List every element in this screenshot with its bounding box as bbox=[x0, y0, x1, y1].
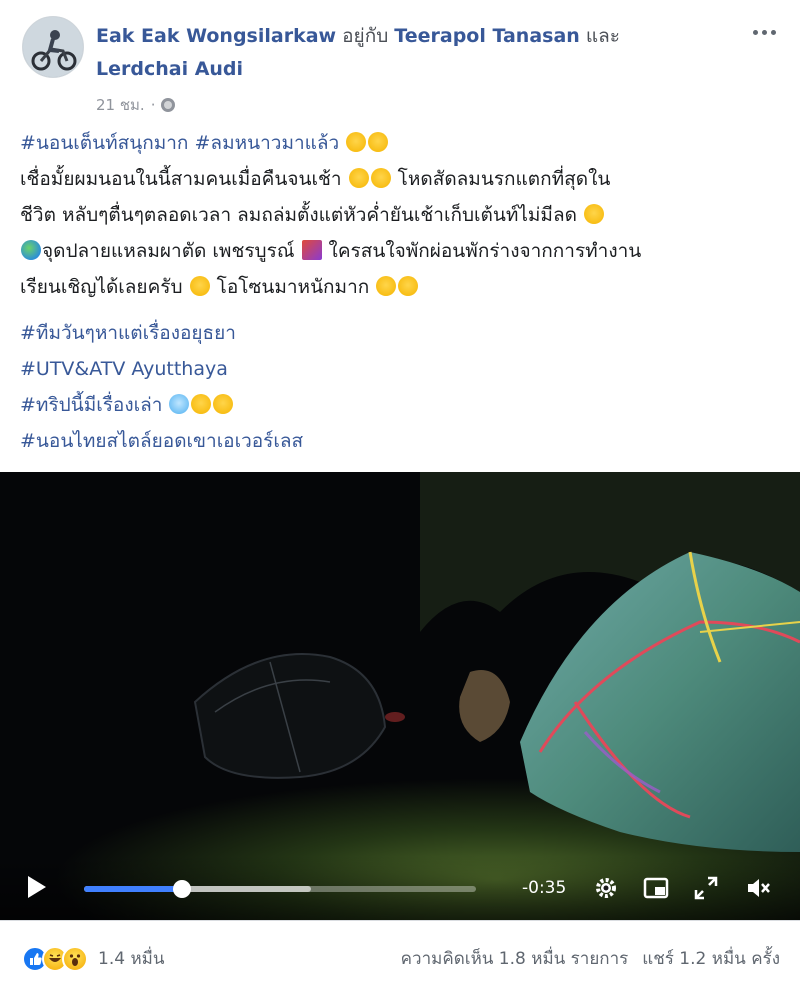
fullscreen-icon[interactable] bbox=[692, 874, 720, 902]
settings-icon[interactable] bbox=[592, 874, 620, 902]
more-options-button[interactable] bbox=[750, 22, 778, 42]
sweat-smile-emoji-icon bbox=[583, 204, 604, 224]
post-footer: 1.4 หมื่น ความคิดเห็น 1.8 หมื่น รายการ แ… bbox=[0, 920, 800, 987]
mute-icon[interactable] bbox=[744, 874, 772, 902]
grin-emoji-icon bbox=[376, 276, 397, 296]
globe-emoji-icon bbox=[21, 240, 41, 260]
body-line: ชีวิต หลับๆตื่นๆตลอดเวลา ลมถล่มตั้งแต่หั… bbox=[20, 197, 780, 233]
body-text: ใครสนใจพักผ่อนพักร่างจากการทำงาน bbox=[328, 240, 642, 262]
post-header: Eak Eak Wongsilarkaw อยู่กับ Teerapol Ta… bbox=[0, 0, 800, 125]
video-scrubber[interactable] bbox=[84, 880, 476, 898]
hashtag-link[interactable]: #ทีมวันๆหาแต่เรื่องอยุธยา bbox=[20, 322, 236, 344]
cold-face-emoji-icon bbox=[169, 394, 190, 414]
body-text: เรียนเชิญได้เลยครับ bbox=[20, 276, 183, 298]
rofl-emoji-icon bbox=[346, 132, 367, 152]
post-body: #นอนเต็นท์สนุกมาก #ลมหนาวมาแล้ว เชื่อมั้… bbox=[20, 125, 780, 459]
tent-emoji-icon bbox=[301, 240, 322, 260]
video-player[interactable]: -0:35 bbox=[0, 472, 800, 920]
author-name[interactable]: Eak Eak Wongsilarkaw bbox=[96, 25, 336, 47]
rofl-emoji-icon bbox=[368, 132, 389, 152]
post-meta: 21 ชม. · bbox=[96, 93, 176, 117]
smile-emoji-icon bbox=[189, 276, 210, 296]
body-text: โอโซนมาหนักมาก bbox=[216, 276, 370, 298]
hashtag-link[interactable]: #UTV&ATV Ayutthaya bbox=[20, 358, 228, 380]
comments-count[interactable]: ความคิดเห็น 1.8 หมื่น รายการ bbox=[401, 945, 629, 972]
hashtag-link[interactable]: #นอนไทยสไตล์ยอดเขาเอเวอร์เลส bbox=[20, 430, 303, 452]
body-line: เชื่อมั้ยผมนอนในนี้สามคนเมื่อคืนจนเช้า โ… bbox=[20, 161, 780, 197]
hashtag-link[interactable]: #นอนเต็นท์สนุกมาก bbox=[20, 132, 188, 154]
play-icon[interactable] bbox=[28, 876, 46, 898]
tagged-user-1[interactable]: Teerapol Tanasan bbox=[394, 25, 580, 47]
rofl-emoji-icon bbox=[370, 168, 391, 188]
grin-emoji-icon bbox=[398, 276, 419, 296]
globe-icon[interactable] bbox=[161, 98, 176, 112]
played-bar bbox=[84, 886, 182, 892]
body-text: ชีวิต หลับๆตื่นๆตลอดเวลา ลมถล่มตั้งแต่หั… bbox=[20, 204, 577, 226]
rofl-emoji-icon bbox=[348, 168, 369, 188]
scrubber-handle[interactable] bbox=[173, 880, 191, 898]
author-avatar[interactable] bbox=[22, 16, 84, 78]
shares-count[interactable]: แชร์ 1.2 หมื่น ครั้ง bbox=[642, 945, 780, 972]
time-remaining: -0:35 bbox=[522, 878, 567, 898]
hashtag-link[interactable]: #ลมหนาวมาแล้ว bbox=[195, 132, 340, 154]
pip-icon[interactable] bbox=[642, 874, 670, 902]
post-time[interactable]: 21 ชม. bbox=[96, 93, 145, 117]
video-controls: -0:35 bbox=[0, 856, 800, 920]
engagement-stats: ความคิดเห็น 1.8 หมื่น รายการ แชร์ 1.2 หม… bbox=[401, 945, 780, 972]
avatar-image bbox=[23, 17, 83, 77]
hashtag-link[interactable]: #ทริปนี้มีเรื่องเล่า bbox=[20, 394, 162, 416]
more-dot-icon bbox=[752, 29, 758, 35]
hashtag-line: #นอนเต็นท์สนุกมาก #ลมหนาวมาแล้ว bbox=[20, 125, 780, 161]
scream-emoji-icon bbox=[213, 394, 234, 414]
body-text: โหดสัดลมนรกแตกที่สุดใน bbox=[397, 168, 611, 190]
body-text: เชื่อมั้ยผมนอนในนี้สามคนเมื่อคืนจนเช้า bbox=[20, 168, 342, 190]
body-line: เรียนเชิญได้เลยครับ โอโซนมาหนักมาก bbox=[20, 269, 780, 305]
author-line: Eak Eak Wongsilarkaw อยู่กับ Teerapol Ta… bbox=[96, 20, 736, 86]
tagged-user-2[interactable]: Lerdchai Audi bbox=[96, 58, 243, 80]
more-dot-icon bbox=[770, 29, 776, 35]
with-text: อยู่กับ bbox=[336, 25, 395, 47]
wow-reaction-icon bbox=[62, 945, 88, 972]
more-dot-icon bbox=[761, 29, 767, 35]
video-frame bbox=[0, 472, 800, 920]
and-text: และ bbox=[579, 25, 620, 47]
body-text: จุดปลายแหลมผาตัด เพชรบูรณ์ bbox=[42, 240, 295, 262]
body-line: จุดปลายแหลมผาตัด เพชรบูรณ์ ใครสนใจพักผ่อ… bbox=[20, 233, 780, 269]
reactions-summary[interactable]: 1.4 หมื่น bbox=[22, 945, 164, 972]
meta-separator: · bbox=[150, 96, 156, 114]
crying-emoji-icon bbox=[191, 394, 212, 414]
reaction-count[interactable]: 1.4 หมื่น bbox=[98, 945, 164, 972]
